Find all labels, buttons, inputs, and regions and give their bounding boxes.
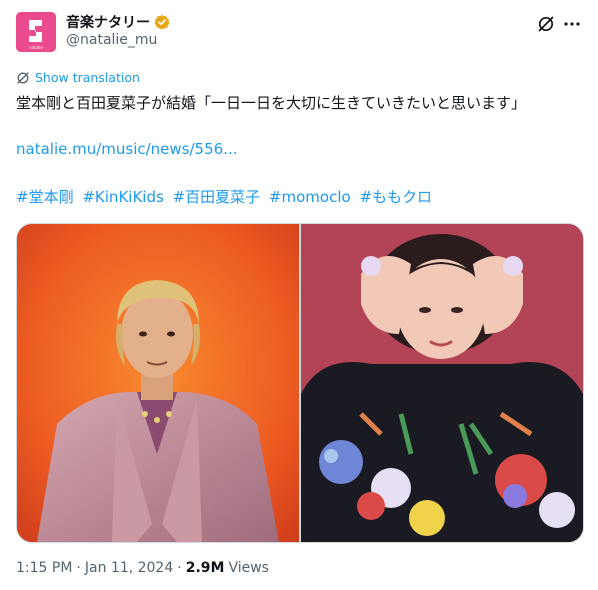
show-translation-button[interactable]: Show translation bbox=[16, 70, 140, 85]
meta-separator: · bbox=[177, 560, 182, 576]
photo-right[interactable] bbox=[301, 224, 583, 542]
hashtag-kinkikids[interactable]: #KinKiKids bbox=[82, 188, 163, 206]
photo-left[interactable] bbox=[17, 224, 299, 542]
hashtag-list: #堂本剛 #KinKiKids #百田夏菜子 #momoclo #ももクロ bbox=[16, 186, 436, 207]
name-row: 音楽ナタリー bbox=[66, 12, 170, 32]
media-grid bbox=[16, 223, 584, 543]
views-count: 2.9M bbox=[185, 560, 225, 576]
verified-badge-icon[interactable] bbox=[154, 14, 170, 30]
meta-separator: · bbox=[76, 560, 81, 576]
article-link[interactable]: natalie.mu/music/news/556... bbox=[16, 140, 237, 158]
show-translation-label: Show translation bbox=[35, 70, 140, 85]
tweet-text: 堂本剛と百田夏菜子が結婚「一日一日を大切に生きていきたいと思います」 bbox=[16, 94, 527, 112]
post-time[interactable]: 1:15 PM bbox=[16, 560, 72, 576]
grok-icon[interactable] bbox=[536, 14, 556, 34]
tweet-meta: 1:15 PM · Jan 11, 2024 · 2.9M Views bbox=[16, 560, 269, 576]
post-date[interactable]: Jan 11, 2024 bbox=[85, 560, 173, 576]
hashtag-momokuro[interactable]: #ももクロ bbox=[359, 188, 432, 206]
hashtag-momota[interactable]: #百田夏菜子 bbox=[173, 188, 261, 206]
avatar-label: natalie bbox=[29, 45, 43, 50]
handle[interactable]: @natalie_mu bbox=[66, 32, 157, 48]
avatar[interactable]: natalie bbox=[16, 12, 56, 52]
views-label: Views bbox=[228, 560, 269, 576]
translate-icon bbox=[17, 71, 29, 84]
hashtag-momoclo[interactable]: #momoclo bbox=[269, 188, 351, 206]
display-name[interactable]: 音楽ナタリー bbox=[66, 12, 150, 32]
tweet-card: natalie 音楽ナタリー @natalie_mu Show translat… bbox=[0, 0, 598, 590]
hashtag-doumoto[interactable]: #堂本剛 bbox=[16, 188, 74, 206]
more-options-icon[interactable] bbox=[562, 14, 582, 34]
